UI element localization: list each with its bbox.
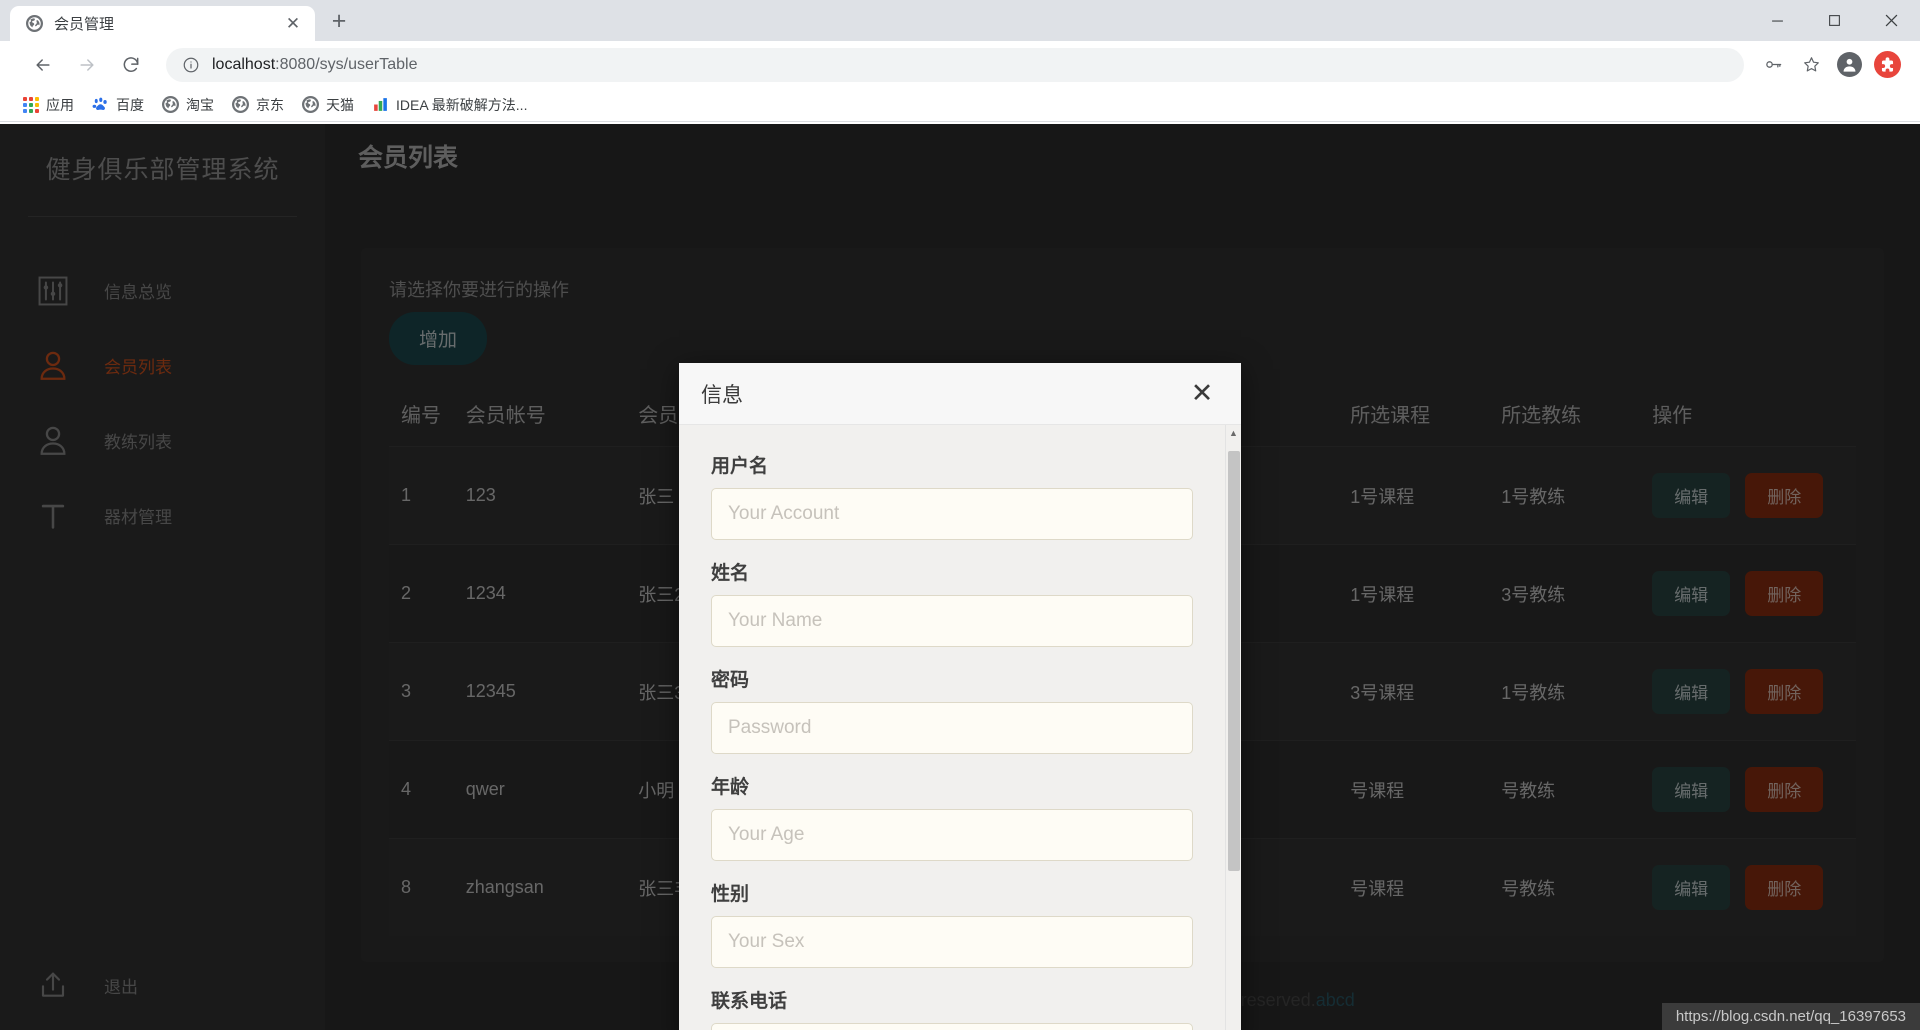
scrollbar-track[interactable] bbox=[1226, 441, 1242, 1027]
bookmark-label: 应用 bbox=[46, 96, 74, 113]
bookmark-idea[interactable]: IDEA 最新破解方法... bbox=[364, 92, 535, 118]
extension-badge bbox=[1873, 51, 1901, 78]
bookmark-apps[interactable]: 应用 bbox=[14, 92, 82, 118]
toolbar-actions bbox=[1752, 48, 1904, 82]
star-icon[interactable] bbox=[1794, 48, 1828, 82]
bookmark-taobao[interactable]: 淘宝 bbox=[154, 92, 222, 118]
label-password: 密码 bbox=[711, 670, 750, 691]
modal-body: 用户名 姓名 密码 年龄 性别 联系电话 ▲ bbox=[679, 425, 1241, 1030]
globe-icon bbox=[162, 96, 179, 113]
label-phone: 联系电话 bbox=[711, 991, 788, 1012]
label-age: 年龄 bbox=[711, 777, 750, 798]
globe-icon bbox=[232, 96, 249, 113]
page-viewport: 健身俱乐部管理系统 信息总览 会员列表 bbox=[0, 124, 1920, 1030]
watermark: https://blog.csdn.net/qq_16397653 bbox=[1661, 1003, 1920, 1030]
baidu-icon bbox=[92, 96, 109, 113]
back-icon[interactable] bbox=[26, 48, 60, 82]
scroll-up-icon[interactable]: ▲ bbox=[1226, 425, 1242, 441]
name-field[interactable] bbox=[711, 595, 1193, 647]
address-bar-url: localhost:8080/sys/userTable bbox=[212, 56, 417, 74]
age-field[interactable] bbox=[711, 809, 1193, 861]
bookmark-label: 京东 bbox=[256, 96, 284, 113]
maximize-icon[interactable] bbox=[1806, 0, 1863, 41]
window-close-icon[interactable] bbox=[1863, 0, 1920, 41]
modal-header: 信息 ✕ bbox=[679, 363, 1241, 425]
url-host: localhost bbox=[212, 55, 276, 73]
browser-titlebar: 会员管理 ✕ + bbox=[0, 0, 1920, 41]
forward-icon[interactable] bbox=[70, 48, 104, 82]
address-bar[interactable]: localhost:8080/sys/userTable bbox=[166, 47, 1744, 82]
modal-form: 用户名 姓名 密码 年龄 性别 联系电话 bbox=[679, 425, 1225, 1030]
tab-strip: 会员管理 ✕ + bbox=[0, 0, 357, 41]
sex-field[interactable] bbox=[711, 916, 1193, 968]
browser-window: 会员管理 ✕ + localhost:8080/sys/userTable 应用… bbox=[0, 0, 1920, 1030]
minimize-icon[interactable] bbox=[1749, 0, 1806, 41]
bookmarks-bar: 应用 百度 淘宝 京东 天猫 IDEA 最新破解方法... bbox=[0, 88, 1920, 122]
bookmark-label: 百度 bbox=[116, 96, 144, 113]
key-icon[interactable] bbox=[1756, 48, 1790, 82]
account-field[interactable] bbox=[711, 488, 1193, 540]
apps-grid-icon bbox=[22, 96, 39, 113]
profile-icon[interactable] bbox=[1832, 48, 1866, 82]
bookmark-label: 天猫 bbox=[326, 96, 354, 113]
browser-toolbar: localhost:8080/sys/userTable bbox=[0, 41, 1920, 88]
scrollbar-thumb[interactable] bbox=[1227, 451, 1240, 871]
chart-icon bbox=[372, 96, 389, 113]
bookmark-label: IDEA 最新破解方法... bbox=[396, 96, 528, 113]
label-sex: 性别 bbox=[711, 884, 750, 905]
close-icon[interactable]: ✕ bbox=[1185, 377, 1219, 411]
password-field[interactable] bbox=[711, 702, 1193, 754]
info-modal: 信息 ✕ 用户名 姓名 密码 年龄 性别 联系电话 bbox=[679, 363, 1241, 1030]
extension-icon[interactable] bbox=[1870, 48, 1904, 82]
tab-close-icon[interactable]: ✕ bbox=[281, 12, 305, 36]
url-path: :8080/sys/userTable bbox=[275, 55, 418, 73]
tab-title: 会员管理 bbox=[54, 16, 115, 33]
bookmark-tmall[interactable]: 天猫 bbox=[294, 92, 362, 118]
window-controls bbox=[1749, 0, 1920, 41]
avatar bbox=[1836, 52, 1862, 77]
info-icon[interactable] bbox=[182, 56, 200, 74]
modal-scrollbar[interactable]: ▲ ▼ bbox=[1225, 425, 1241, 1030]
modal-title: 信息 bbox=[701, 383, 743, 407]
bookmark-baidu[interactable]: 百度 bbox=[84, 92, 152, 118]
reload-icon[interactable] bbox=[114, 48, 148, 82]
label-name: 姓名 bbox=[711, 563, 750, 584]
phone-field[interactable] bbox=[711, 1023, 1193, 1030]
bookmark-label: 淘宝 bbox=[186, 96, 214, 113]
label-account: 用户名 bbox=[711, 456, 769, 477]
browser-tab[interactable]: 会员管理 ✕ bbox=[10, 6, 315, 41]
globe-icon bbox=[302, 96, 319, 113]
bookmark-jd[interactable]: 京东 bbox=[224, 92, 292, 118]
new-tab-button[interactable]: + bbox=[321, 3, 357, 39]
globe-icon bbox=[26, 15, 43, 32]
